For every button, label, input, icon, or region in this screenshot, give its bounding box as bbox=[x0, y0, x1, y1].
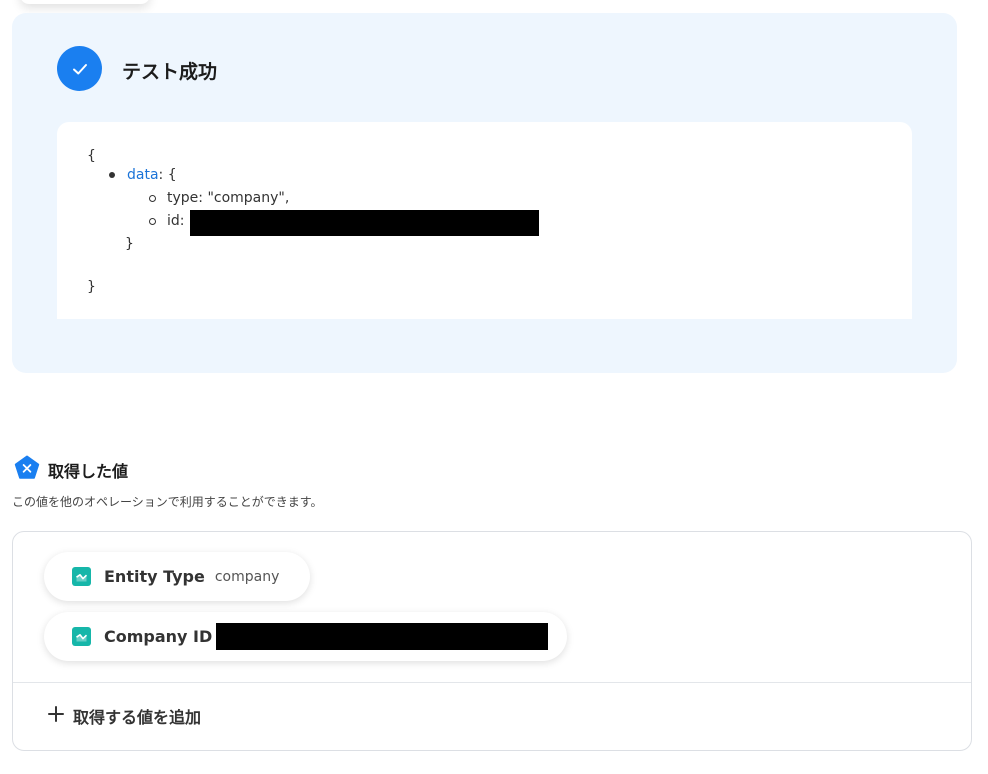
json-output: { data: { type: "company", id: } } bbox=[57, 122, 912, 319]
acquired-values-title: 取得した値 bbox=[48, 462, 129, 481]
test-success-title: テスト成功 bbox=[122, 61, 218, 83]
chip-label: Entity Type bbox=[104, 567, 205, 586]
json-type-line: type: "company", bbox=[167, 190, 290, 206]
json-open-brace: { bbox=[87, 148, 96, 164]
redacted-id-value bbox=[190, 210, 539, 236]
json-close-brace: } bbox=[87, 279, 96, 295]
pentagon-x-icon bbox=[14, 455, 40, 485]
acquired-values-card: Entity Type company Company ID 取得する値を追加 bbox=[12, 531, 972, 751]
add-value-label: 取得する値を追加 bbox=[73, 708, 202, 727]
value-chip-entity-type[interactable]: Entity Type company bbox=[44, 552, 310, 601]
value-chip-company-id[interactable]: Company ID bbox=[44, 612, 567, 661]
app-logo-icon bbox=[72, 567, 91, 586]
divider bbox=[13, 682, 971, 683]
json-id-label: id: bbox=[167, 213, 185, 229]
sub-bullet-icon bbox=[149, 217, 156, 225]
json-data-open: : { bbox=[158, 167, 177, 183]
json-inner-close: } bbox=[125, 236, 134, 252]
plus-icon bbox=[47, 705, 65, 727]
sub-bullet-icon bbox=[149, 194, 156, 202]
json-id-row: id: bbox=[149, 210, 185, 233]
redacted-company-id bbox=[216, 623, 548, 650]
previous-card-edge bbox=[20, 0, 150, 4]
acquired-values-description: この値を他のオペレーションで利用することができます。 bbox=[12, 495, 323, 509]
json-data-key[interactable]: data bbox=[127, 167, 159, 183]
chip-label: Company ID bbox=[104, 627, 213, 646]
bullet-icon bbox=[109, 172, 115, 178]
test-result-panel: テスト成功 { data: { type: "company", id: } } bbox=[12, 13, 957, 373]
check-icon bbox=[57, 46, 102, 91]
chip-value: company bbox=[214, 568, 280, 585]
add-value-button[interactable]: 取得する値を追加 bbox=[47, 704, 201, 728]
acquired-values-header: 取得した値 bbox=[14, 455, 128, 485]
json-data-row: data: { bbox=[109, 164, 177, 187]
app-logo-icon bbox=[72, 627, 91, 646]
json-type-row: type: "company", bbox=[149, 187, 289, 210]
